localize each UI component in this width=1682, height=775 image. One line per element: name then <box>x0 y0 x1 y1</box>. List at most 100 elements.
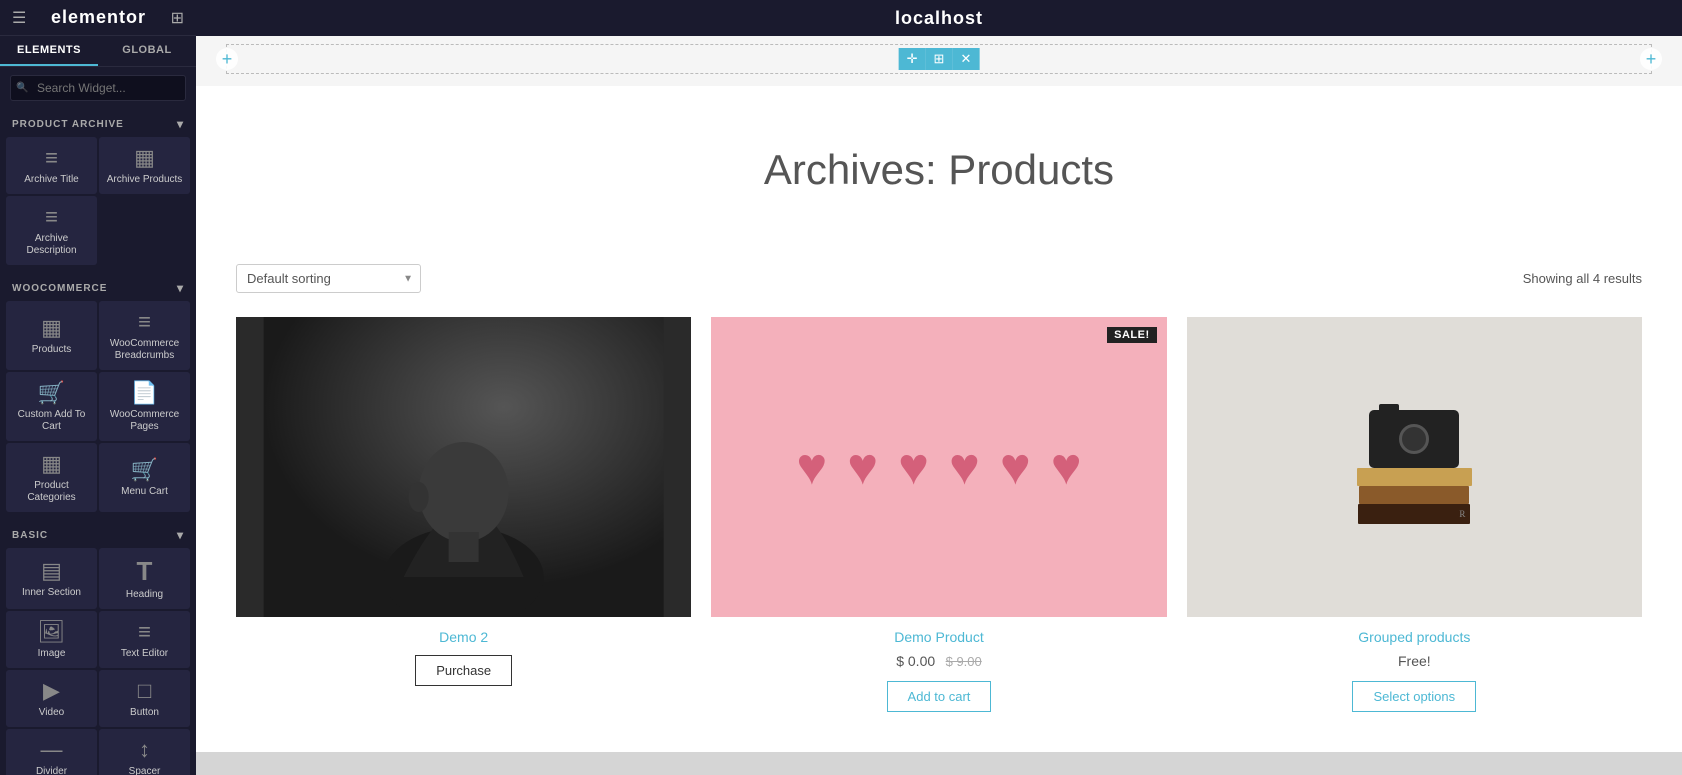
camera-books-stack: R <box>1357 410 1472 524</box>
product-image-wrapper-demo-product: SALE! ♥ ♥ ♥ ♥ ♥ ♥ <box>711 317 1166 617</box>
divider-icon: — <box>41 739 63 761</box>
heading-label: Heading <box>126 589 163 601</box>
product-categories-icon: ▦ <box>41 453 62 475</box>
section-label-product-archive: PRODUCT ARCHIVE <box>12 119 124 130</box>
product-card-grouped[interactable]: R Grouped products Free! Select options <box>1187 317 1642 712</box>
product-card-demo2[interactable]: Demo 2 Purchase <box>236 317 691 712</box>
product-name-demo2: Demo 2 <box>236 629 691 645</box>
tab-elements[interactable]: ELEMENTS <box>0 36 98 66</box>
heart-icon-5: ♥ <box>1000 441 1031 493</box>
button-label: Button <box>130 707 159 719</box>
product-image-grouped: R <box>1187 317 1642 617</box>
widget-video[interactable]: ▶ Video <box>6 670 97 727</box>
price-current: $ 0.00 <box>896 653 935 669</box>
products-label: Products <box>32 344 71 356</box>
section-label-basic: BASIC <box>12 530 48 541</box>
menu-cart-label: Menu Cart <box>121 486 168 498</box>
purchase-button-demo2[interactable]: Purchase <box>415 655 512 686</box>
section-header-woocommerce[interactable]: WOOCOMMERCE ▾ <box>0 273 196 301</box>
chevron-basic: ▾ <box>177 528 184 542</box>
heart-icon-6: ♥ <box>1051 441 1082 493</box>
section-header-product-archive[interactable]: PRODUCT ARCHIVE ▾ <box>0 109 196 137</box>
button-icon: □ <box>138 680 151 702</box>
image-icon: 🖼 <box>38 621 66 643</box>
widget-menu-cart[interactable]: 🛒 Menu Cart <box>99 443 190 512</box>
book-1 <box>1357 468 1472 486</box>
results-count: Showing all 4 results <box>1523 271 1642 286</box>
widget-woocommerce-breadcrumbs[interactable]: ≡ WooCommerce Breadcrumbs <box>99 301 190 370</box>
widget-heading[interactable]: T Heading <box>99 548 190 609</box>
video-icon: ▶ <box>43 680 60 702</box>
brand-logo: elementor <box>51 7 146 28</box>
widget-archive-products[interactable]: ▦ Archive Products <box>99 137 190 194</box>
heart-icon-3: ♥ <box>898 441 929 493</box>
product-price-demo-product: $ 0.00 $ 9.00 <box>711 653 1166 671</box>
camera-top <box>1379 404 1399 412</box>
product-grid: Demo 2 Purchase SALE! ♥ ♥ ♥ ♥ <box>236 317 1642 712</box>
section-move-button[interactable]: ✛ <box>899 48 926 70</box>
archive-title-label: Archive Title <box>24 174 78 186</box>
widget-archive-description[interactable]: ≡ Archive Description <box>6 196 97 265</box>
widget-grid-product-archive: ≡ Archive Title ▦ Archive Products ≡ Arc… <box>0 137 196 273</box>
select-options-button-grouped[interactable]: Select options <box>1352 681 1476 712</box>
widget-button[interactable]: □ Button <box>99 670 190 727</box>
heart-icon-2: ♥ <box>847 441 878 493</box>
hamburger-icon[interactable]: ☰ <box>12 8 26 28</box>
text-editor-label: Text Editor <box>121 648 168 660</box>
section-close-button[interactable]: ✕ <box>952 48 979 70</box>
price-old: $ 9.00 <box>946 654 982 669</box>
add-section-left-button[interactable]: + <box>216 48 238 70</box>
archive-section: Archives: Products <box>196 86 1682 244</box>
widget-text-editor[interactable]: ≡ Text Editor <box>99 611 190 668</box>
text-editor-icon: ≡ <box>138 621 151 643</box>
widget-image[interactable]: 🖼 Image <box>6 611 97 668</box>
inner-section-icon: ▤ <box>41 560 62 582</box>
add-to-cart-icon: 🛒 <box>38 382 65 404</box>
heart-icon-4: ♥ <box>949 441 980 493</box>
section-grid-button[interactable]: ⊞ <box>926 48 953 70</box>
widget-custom-add-to-cart[interactable]: 🛒 Custom Add To Cart <box>6 372 97 441</box>
grid-icon[interactable]: ⊞ <box>171 8 184 28</box>
add-to-cart-label: Custom Add To Cart <box>10 409 93 433</box>
archive-description-icon: ≡ <box>45 206 58 228</box>
archive-products-icon: ▦ <box>134 147 155 169</box>
product-price-grouped: Free! <box>1187 653 1642 671</box>
product-image-demo2 <box>236 317 691 617</box>
add-to-cart-button-demo-product[interactable]: Add to cart <box>887 681 992 712</box>
widget-grid-basic: ▤ Inner Section T Heading 🖼 Image ≡ Text… <box>0 548 196 775</box>
widget-inner-section[interactable]: ▤ Inner Section <box>6 548 97 609</box>
divider-label: Divider <box>36 766 67 775</box>
widget-spacer[interactable]: ↕ Spacer <box>99 729 190 775</box>
spacer-label: Spacer <box>129 766 161 775</box>
section-label-woocommerce: WOOCOMMERCE <box>12 283 107 294</box>
archive-products-label: Archive Products <box>107 174 183 186</box>
sale-badge: SALE! <box>1107 327 1157 343</box>
product-image-wrapper-demo2 <box>236 317 691 617</box>
product-card-demo-product[interactable]: SALE! ♥ ♥ ♥ ♥ ♥ ♥ Demo Product $ <box>711 317 1166 712</box>
product-image-wrapper-grouped: R <box>1187 317 1642 617</box>
sort-wrapper: Default sorting Sort by popularity Sort … <box>236 264 421 293</box>
spacer-icon: ↕ <box>139 739 150 761</box>
camera-lens <box>1399 424 1429 454</box>
chevron-woocommerce: ▾ <box>177 281 184 295</box>
canvas: + ✛ ⊞ ✕ + Archives: Products Defau <box>196 36 1682 775</box>
widget-product-categories[interactable]: ▦ Product Categories <box>6 443 97 512</box>
sort-select[interactable]: Default sorting Sort by popularity Sort … <box>236 264 421 293</box>
widget-woocommerce-pages[interactable]: 📄 WooCommerce Pages <box>99 372 190 441</box>
image-label: Image <box>38 648 66 660</box>
widget-archive-title[interactable]: ≡ Archive Title <box>6 137 97 194</box>
section-toolbar: ✛ ⊞ ✕ <box>899 48 980 70</box>
add-section-right-button[interactable]: + <box>1640 48 1662 70</box>
widget-products[interactable]: ▦ Products <box>6 301 97 370</box>
section-header-basic[interactable]: BASIC ▾ <box>0 520 196 548</box>
camera-body <box>1369 410 1459 468</box>
sidebar-tabs: ELEMENTS GLOBAL <box>0 36 196 67</box>
tab-global[interactable]: GLOBAL <box>98 36 196 66</box>
widget-divider[interactable]: — Divider <box>6 729 97 775</box>
archive-title-icon: ≡ <box>45 147 58 169</box>
topbar-title: localhost <box>895 8 983 29</box>
widget-grid-woocommerce: ▦ Products ≡ WooCommerce Breadcrumbs 🛒 C… <box>0 301 196 520</box>
search-input[interactable] <box>10 75 186 101</box>
woo-pages-label: WooCommerce Pages <box>103 409 186 433</box>
products-section: Default sorting Sort by popularity Sort … <box>196 244 1682 752</box>
